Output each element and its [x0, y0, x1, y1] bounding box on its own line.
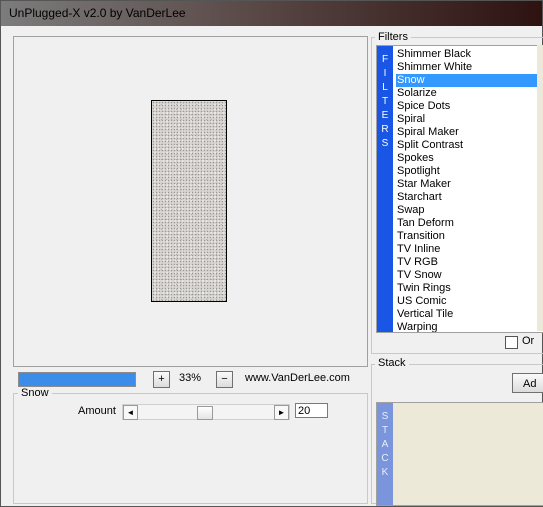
filter-item[interactable]: Star Maker [396, 178, 543, 191]
option-checkbox[interactable] [505, 336, 518, 349]
filter-item[interactable]: TV RGB [396, 256, 543, 269]
progress-bar [18, 372, 136, 387]
filter-item[interactable]: Warping [396, 321, 543, 332]
filter-item[interactable]: Twin Rings [396, 282, 543, 295]
client-area: + 33% − www.VanDerLee.com Snow Amount ◄ … [7, 30, 543, 506]
zoom-level: 33% [179, 372, 202, 384]
stack-letter: K [381, 467, 389, 478]
filter-item[interactable]: Shimmer Black [396, 48, 543, 61]
window-title: UnPlugged-X v2.0 by VanDerLee [9, 6, 186, 20]
filters-side-label: FILTERS [377, 46, 393, 332]
slider-right-arrow-icon[interactable]: ► [274, 405, 289, 420]
filter-item[interactable]: Shimmer White [396, 61, 543, 74]
amount-slider[interactable]: ◄ ► [122, 404, 290, 420]
slider-left-arrow-icon[interactable]: ◄ [123, 405, 138, 420]
filter-item[interactable]: TV Inline [396, 243, 543, 256]
stack-letter: C [381, 453, 389, 464]
filters-items: Shimmer Black Shimmer White Snow Solarize Sp… [396, 48, 543, 332]
stack-group-label: Stack [375, 357, 409, 369]
amount-input[interactable]: 20 [295, 403, 328, 418]
app-window: UnPlugged-X v2.0 by VanDerLee + 33% − ww… [0, 0, 543, 507]
filters-list[interactable]: FILTERS Shimmer Black Shimmer White Snow So… [376, 45, 543, 333]
filter-item[interactable]: Spokes [396, 152, 543, 165]
zoom-out-button[interactable]: − [216, 371, 233, 388]
filter-item[interactable]: Snow [396, 74, 543, 87]
stack-letter: S [381, 411, 389, 422]
website-link[interactable]: www.VanDerLee.com [245, 372, 350, 384]
filter-item[interactable]: Vertical Tile [396, 308, 543, 321]
filter-item[interactable]: Solarize [396, 87, 543, 100]
filter-item[interactable]: Starchart [396, 191, 543, 204]
title-bar[interactable]: UnPlugged-X v2.0 by VanDerLee [1, 1, 542, 26]
filter-item[interactable]: Split Contrast [396, 139, 543, 152]
filters-group-label: Filters [375, 31, 411, 43]
add-button[interactable]: Ad [512, 373, 543, 393]
filter-item[interactable]: Tan Deform [396, 217, 543, 230]
filters-letter: L [382, 82, 388, 93]
filters-letter: I [383, 68, 387, 79]
filter-item[interactable]: Spiral Maker [396, 126, 543, 139]
filter-item[interactable]: Transition [396, 230, 543, 243]
zoom-in-button[interactable]: + [153, 371, 170, 388]
filter-item[interactable]: Spice Dots [396, 100, 543, 113]
filters-letter: T [381, 96, 389, 107]
filters-letter: S [381, 138, 389, 149]
option-checkbox-label: Or [522, 335, 535, 347]
progress-fill [19, 373, 135, 386]
filters-scrollbar[interactable] [537, 45, 543, 331]
stack-letter: A [381, 439, 389, 450]
filters-letter: R [381, 124, 389, 135]
filters-letter: F [381, 54, 389, 65]
filters-letter: E [381, 110, 389, 121]
stack-list[interactable]: STACK [376, 402, 543, 506]
stack-letter: T [381, 425, 389, 436]
filter-item[interactable]: TV Snow [396, 269, 543, 282]
amount-label: Amount [78, 405, 116, 417]
stack-side-label: STACK [377, 403, 393, 505]
preview-panel[interactable] [13, 36, 368, 367]
parameters-group-label: Snow [18, 387, 52, 399]
filter-item[interactable]: Swap [396, 204, 543, 217]
slider-thumb[interactable] [196, 406, 213, 420]
filter-item[interactable]: US Comic [396, 295, 543, 308]
filter-item[interactable]: Spotlight [396, 165, 543, 178]
preview-image[interactable] [151, 100, 227, 302]
filter-item[interactable]: Spiral [396, 113, 543, 126]
